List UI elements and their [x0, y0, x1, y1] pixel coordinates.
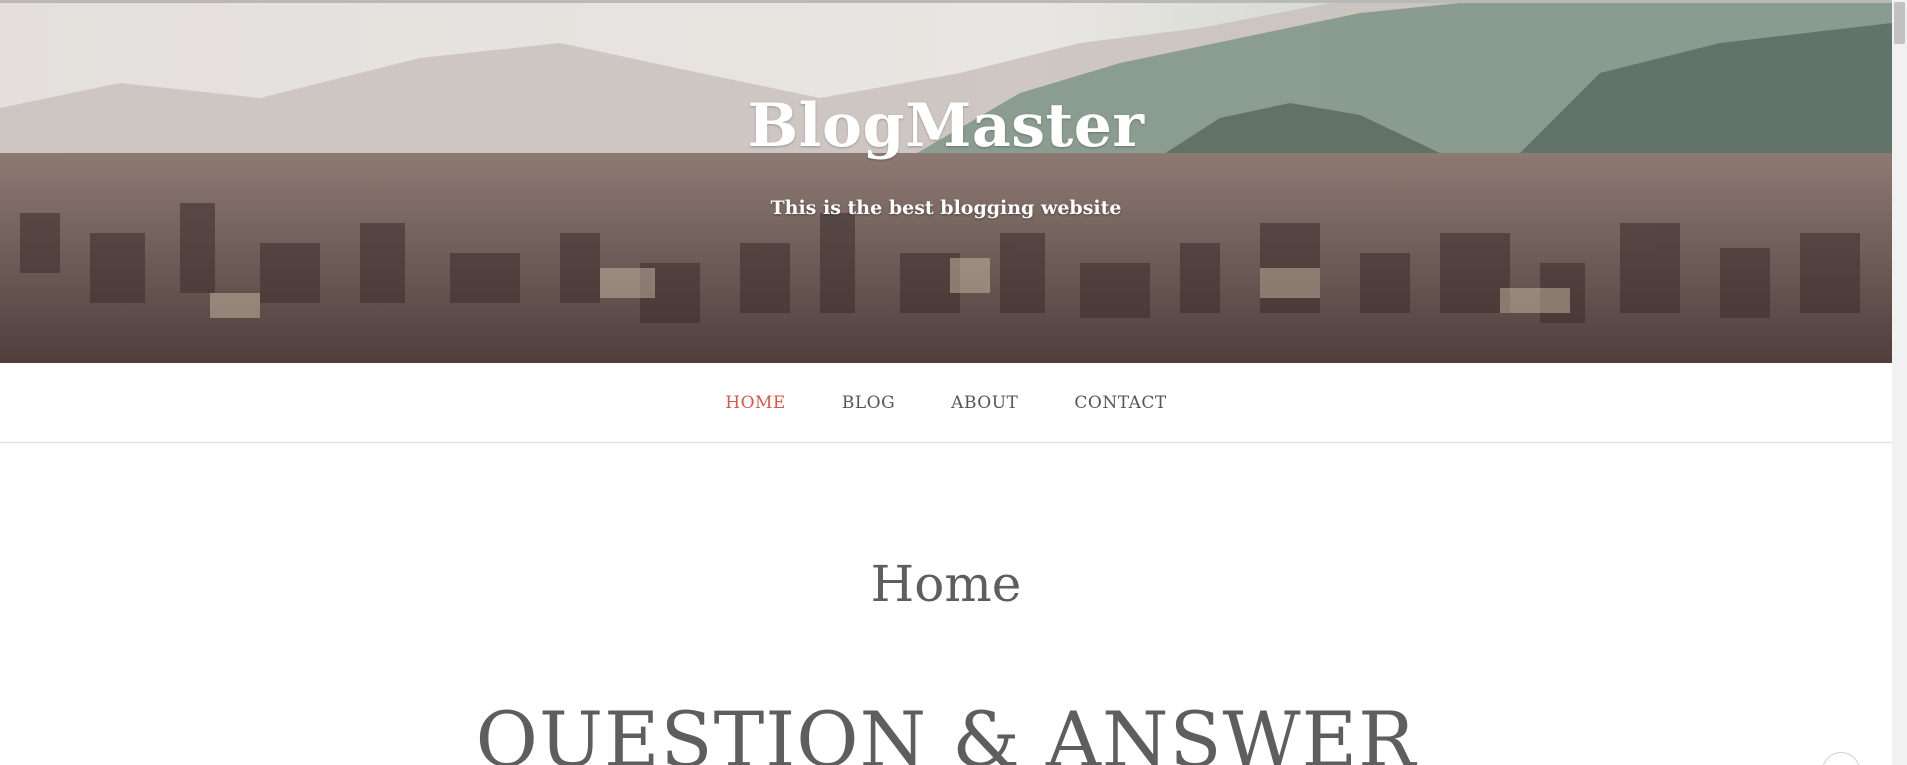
nav-item-contact[interactable]: CONTACT — [1074, 393, 1166, 413]
page-scrollbar[interactable] — [1892, 0, 1907, 765]
hero-cityscape-image — [0, 3, 1892, 363]
hero-banner: BlogMaster This is the best blogging web… — [0, 3, 1892, 363]
main-navigation: HOME BLOG ABOUT CONTACT — [0, 363, 1892, 443]
site-tagline: This is the best blogging website — [770, 197, 1122, 219]
section-title: QUESTION & ANSWER — [475, 695, 1417, 765]
nav-item-about[interactable]: ABOUT — [951, 393, 1018, 413]
page-title: Home — [870, 555, 1022, 613]
nav-item-blog[interactable]: BLOG — [842, 393, 895, 413]
page: BlogMaster This is the best blogging web… — [0, 0, 1907, 765]
nav-item-home[interactable]: HOME — [725, 393, 786, 413]
site-title[interactable]: BlogMaster — [0, 91, 1892, 161]
scrollbar-thumb[interactable] — [1894, 2, 1905, 44]
